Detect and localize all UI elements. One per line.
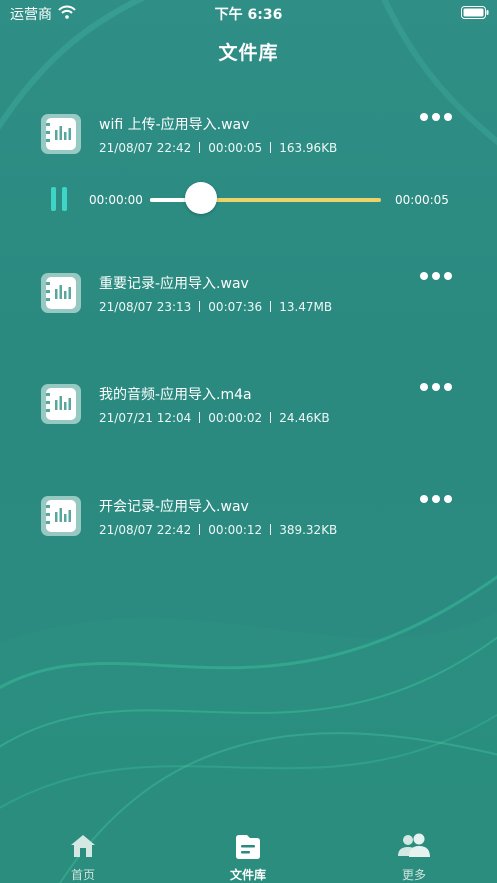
tab-more[interactable]: 更多 <box>354 826 474 883</box>
file-date: 21/08/07 23:13 <box>99 300 192 314</box>
file-item[interactable]: 我的音频-应用导入.m4a 21/07/21 12:04 00:00:02 24.4… <box>0 383 497 443</box>
file-duration: 00:07:36 <box>208 300 263 314</box>
tab-bar: 首页 文件库 更多 <box>0 826 497 883</box>
pause-bar <box>51 187 56 211</box>
file-name: 我的音频-应用导入.m4a <box>99 387 252 403</box>
file-date: 21/08/07 22:42 <box>99 523 192 537</box>
dot <box>432 272 440 280</box>
divider <box>199 142 201 153</box>
tab-file-library[interactable]: 文件库 <box>188 826 308 883</box>
file-library-icon <box>236 835 260 859</box>
tab-home[interactable]: 首页 <box>23 826 143 883</box>
file-duration: 00:00:05 <box>208 141 263 155</box>
audio-player: 00:00:00 00:00:05 <box>0 180 497 220</box>
file-meta: 21/08/07 22:42 00:00:05 163.96KB <box>99 141 337 155</box>
file-name: 重要记录-应用导入.wav <box>99 276 249 292</box>
file-size: 163.96KB <box>279 141 338 155</box>
dot <box>420 383 428 391</box>
dot <box>444 383 452 391</box>
slider-thumb[interactable] <box>184 182 217 214</box>
audio-file-icon <box>41 496 81 536</box>
tab-label: 文件库 <box>229 868 266 882</box>
file-meta: 21/07/21 12:04 00:00:02 24.46KB <box>99 411 330 425</box>
divider <box>270 412 272 423</box>
pause-button[interactable] <box>48 187 70 211</box>
pause-bar <box>62 187 67 211</box>
dot <box>420 495 428 503</box>
divider <box>199 301 201 312</box>
file-meta: 21/08/07 22:42 00:00:12 389.32KB <box>99 523 337 537</box>
audio-file-icon <box>41 114 81 154</box>
more-options-button[interactable] <box>420 108 452 126</box>
page-title: 文件库 <box>218 42 279 64</box>
divider <box>270 301 272 312</box>
divider <box>199 524 201 535</box>
dot <box>420 113 428 121</box>
more-options-button[interactable] <box>420 267 452 285</box>
more-options-button[interactable] <box>420 490 452 508</box>
file-duration: 00:00:12 <box>208 523 263 537</box>
tab-label: 更多 <box>401 868 426 882</box>
dot <box>420 272 428 280</box>
more-options-button[interactable] <box>420 378 452 396</box>
file-size: 24.46KB <box>279 411 330 425</box>
dot <box>432 495 440 503</box>
users-icon <box>398 833 430 857</box>
audio-file-icon <box>41 273 81 313</box>
file-date: 21/07/21 12:04 <box>99 411 192 425</box>
status-time: 下午 6:36 <box>214 7 283 23</box>
file-date: 21/08/07 22:42 <box>99 141 192 155</box>
home-icon <box>71 835 95 857</box>
dot <box>444 495 452 503</box>
file-item[interactable]: wifi 上传-应用导入.wav 21/08/07 22:42 00:00:05 1… <box>0 113 497 173</box>
dot <box>444 272 452 280</box>
current-time: 00:00:00 <box>89 193 143 207</box>
file-size: 389.32KB <box>279 523 338 537</box>
tab-label: 首页 <box>70 868 95 882</box>
file-item[interactable]: 开会记录-应用导入.wav 21/08/07 22:42 00:00:12 389.… <box>0 495 497 555</box>
total-time: 00:00:05 <box>395 193 449 207</box>
file-name: 开会记录-应用导入.wav <box>99 499 249 515</box>
file-size: 13.47MB <box>279 300 333 314</box>
file-meta: 21/08/07 23:13 00:07:36 13.47MB <box>99 300 332 314</box>
file-duration: 00:00:02 <box>208 411 263 425</box>
divider <box>270 142 272 153</box>
dot <box>432 113 440 121</box>
dot <box>432 383 440 391</box>
audio-file-icon <box>41 384 81 424</box>
file-name: wifi 上传-应用导入.wav <box>99 117 250 133</box>
dot <box>444 113 452 121</box>
file-item[interactable]: 重要记录-应用导入.wav 21/08/07 23:13 00:07:36 13.4… <box>0 272 497 332</box>
divider <box>199 412 201 423</box>
divider <box>270 524 272 535</box>
battery-icon <box>461 6 489 19</box>
status-bar: 运营商 下午 6:36 <box>0 0 497 26</box>
